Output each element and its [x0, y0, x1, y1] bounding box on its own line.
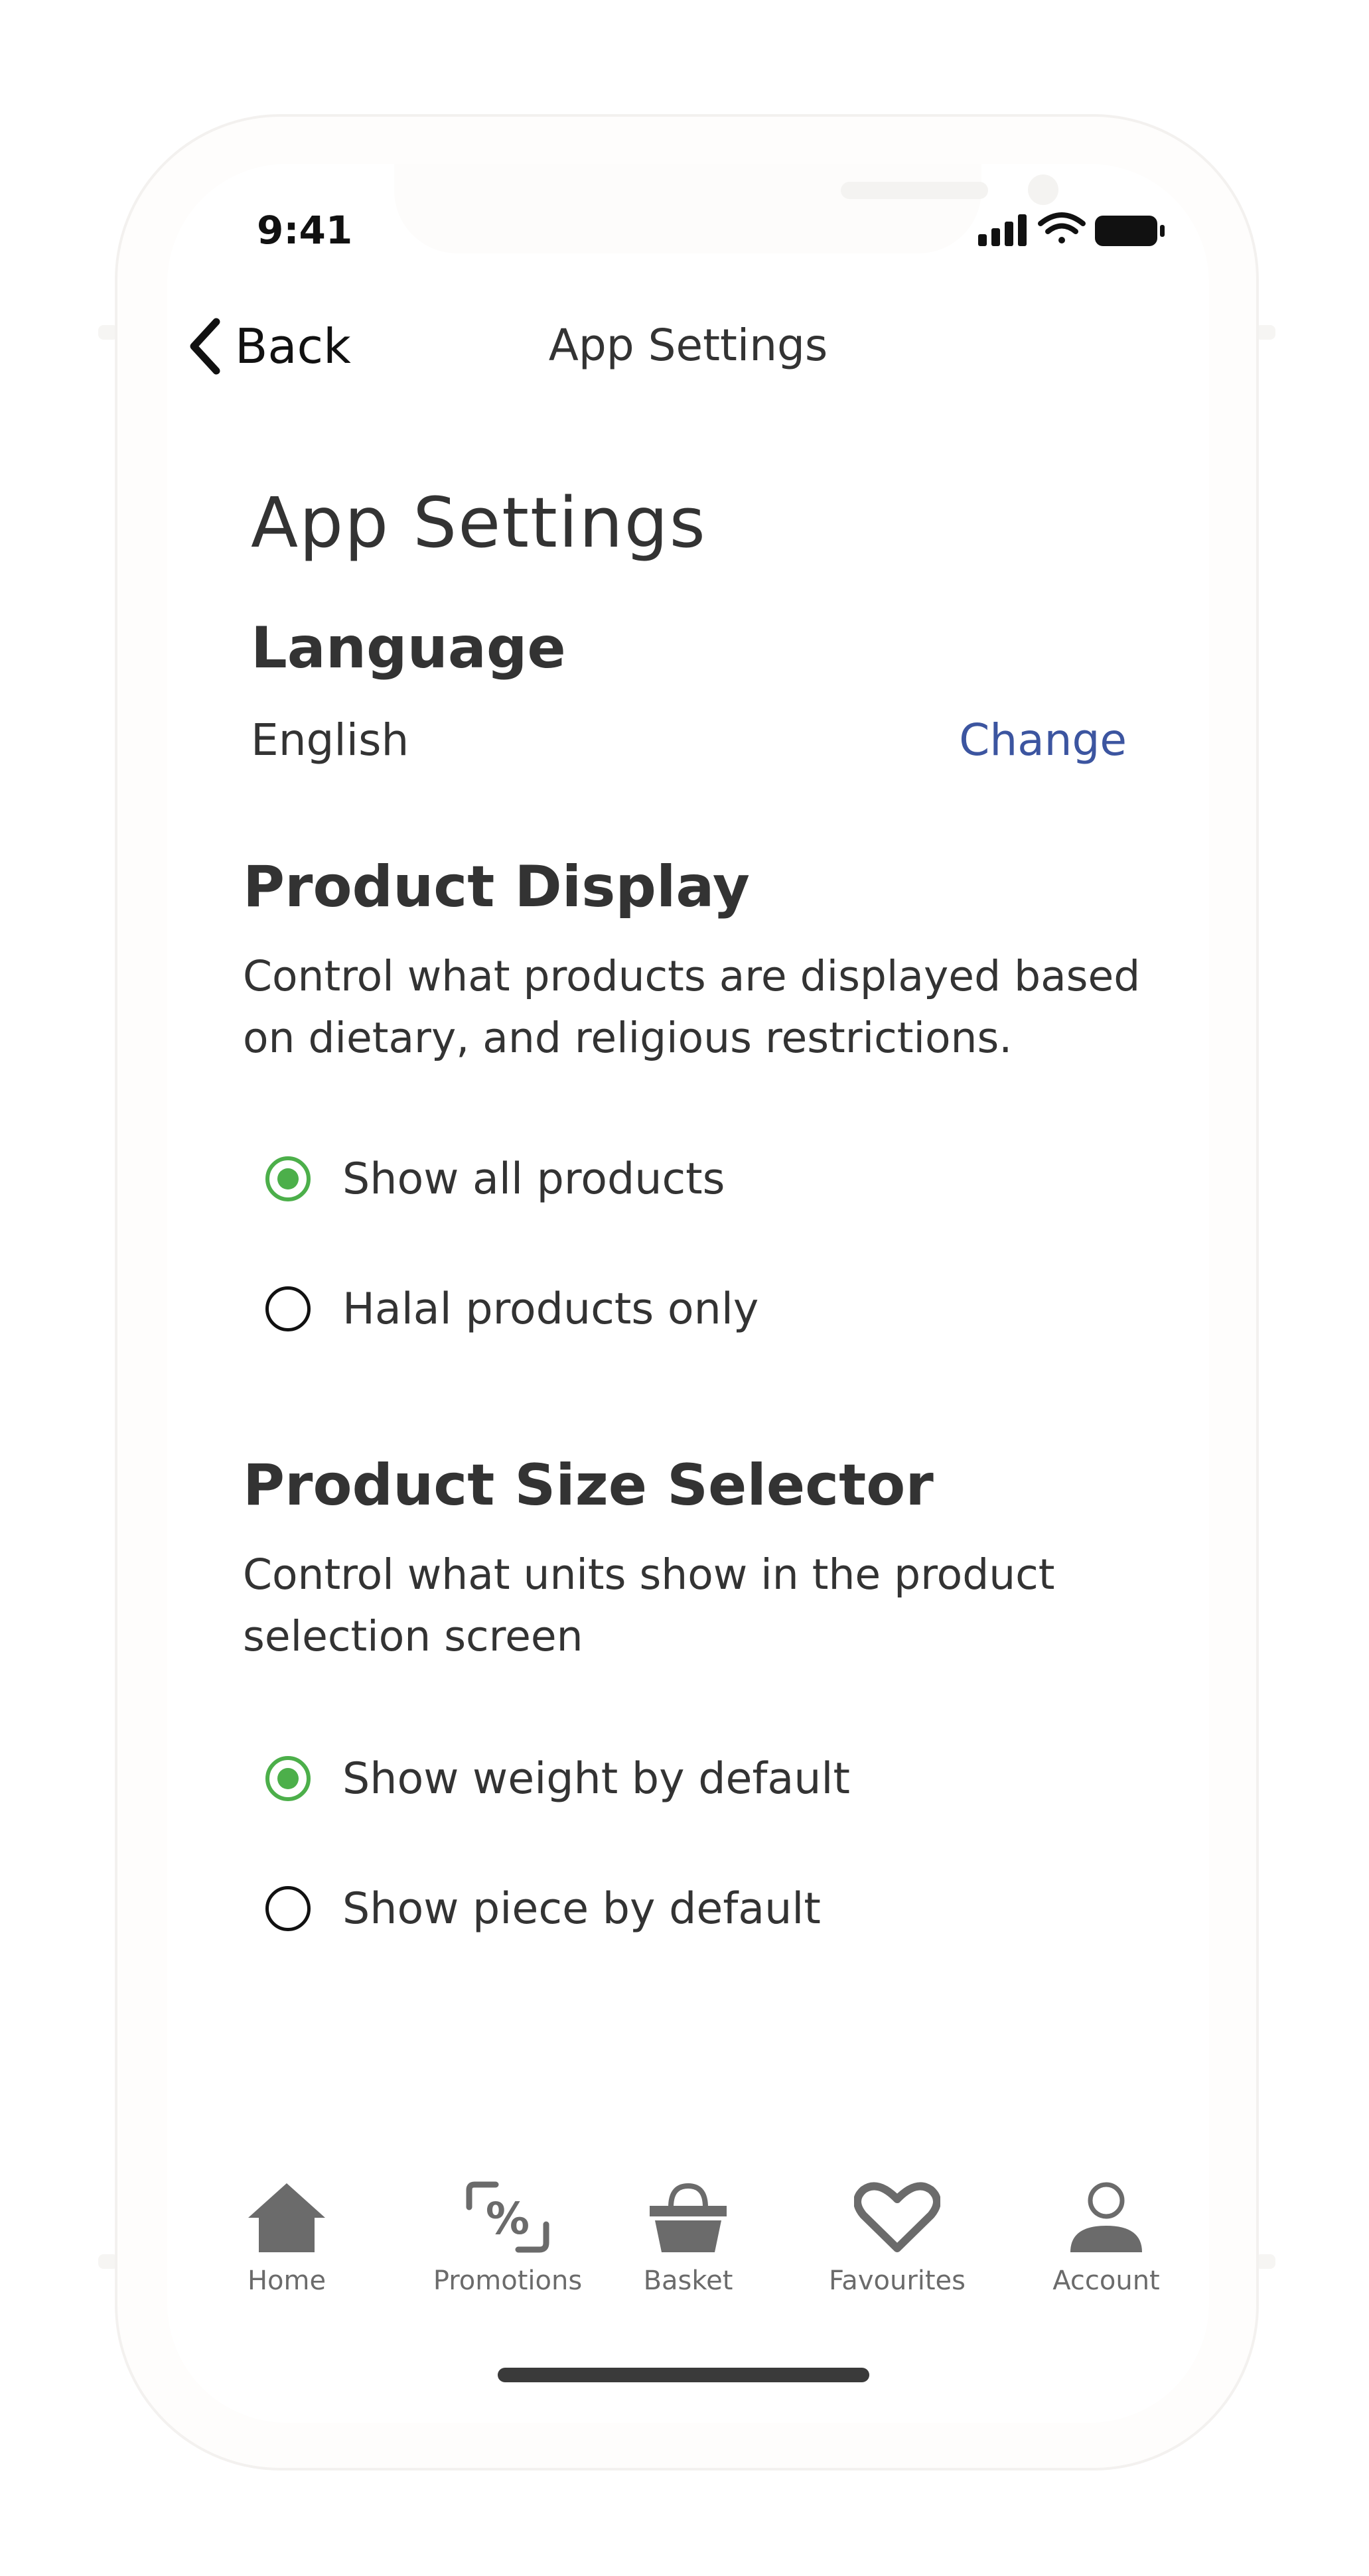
status-time: 9:41 [257, 208, 353, 253]
radio-label: Show piece by default [342, 1883, 821, 1934]
description-line: Control what products are displayed base… [243, 952, 1141, 1000]
radio-unselected-icon [265, 1886, 311, 1931]
tab-home[interactable]: Home [187, 2181, 386, 2296]
percent-tag-icon: % [466, 2181, 549, 2253]
radio-label: Show all products [342, 1154, 725, 1204]
tab-label: Promotions [433, 2266, 583, 2296]
bottom-tab-bar: Home % Promotions Basket Favourites Acco… [167, 2181, 1209, 2327]
radio-selected-icon [265, 1156, 311, 1201]
language-heading: Language [251, 615, 566, 681]
radio-label: Show weight by default [342, 1753, 850, 1804]
product-display-heading: Product Display [243, 854, 750, 920]
description-line: Control what units show in the product [243, 1550, 1055, 1599]
cellular-signal-icon [978, 214, 1027, 246]
front-camera [1028, 174, 1058, 205]
heart-icon [854, 2182, 940, 2252]
tab-account[interactable]: Account [1007, 2181, 1206, 2296]
person-icon [1070, 2182, 1142, 2252]
basket-icon [650, 2183, 727, 2252]
tab-basket[interactable]: Basket [589, 2181, 788, 2296]
change-language-link[interactable]: Change [959, 714, 1127, 766]
home-indicator[interactable] [498, 2368, 869, 2382]
language-value: English [251, 714, 409, 766]
radio-selected-icon [265, 1756, 311, 1801]
tab-label: Account [1052, 2266, 1160, 2296]
tab-label: Home [247, 2266, 326, 2296]
description-line: selection screen [243, 1612, 583, 1661]
svg-text:%: % [486, 2193, 530, 2244]
wifi-icon [1038, 212, 1086, 243]
battery-icon [1095, 216, 1165, 246]
product-display-description: Control what products are displayed base… [243, 945, 1140, 1069]
product-size-description: Control what units show in the product s… [243, 1544, 1055, 1667]
app-screen: 9:41 Back App Settings App Settings Lang… [167, 164, 1209, 2423]
device-notch [394, 164, 1058, 253]
status-icons [977, 210, 1169, 250]
tab-favourites[interactable]: Favourites [798, 2181, 997, 2296]
description-line: on dietary, and religious restrictions. [243, 1014, 1013, 1062]
radio-show-all-products[interactable]: Show all products [265, 1146, 725, 1212]
radio-label: Halal products only [342, 1284, 759, 1334]
speaker-grille [841, 182, 988, 199]
radio-unselected-icon [265, 1286, 311, 1331]
tab-promotions[interactable]: % Promotions [408, 2181, 607, 2296]
radio-halal-products-only[interactable]: Halal products only [265, 1276, 758, 1342]
nav-title: App Settings [548, 320, 828, 371]
page-title: App Settings [251, 482, 707, 563]
tab-label: Favourites [828, 2266, 966, 2296]
radio-show-weight-by-default[interactable]: Show weight by default [265, 1745, 850, 1812]
product-size-heading: Product Size Selector [243, 1452, 934, 1519]
radio-show-piece-by-default[interactable]: Show piece by default [265, 1875, 821, 1942]
tab-label: Basket [643, 2266, 733, 2296]
home-icon [248, 2183, 325, 2252]
